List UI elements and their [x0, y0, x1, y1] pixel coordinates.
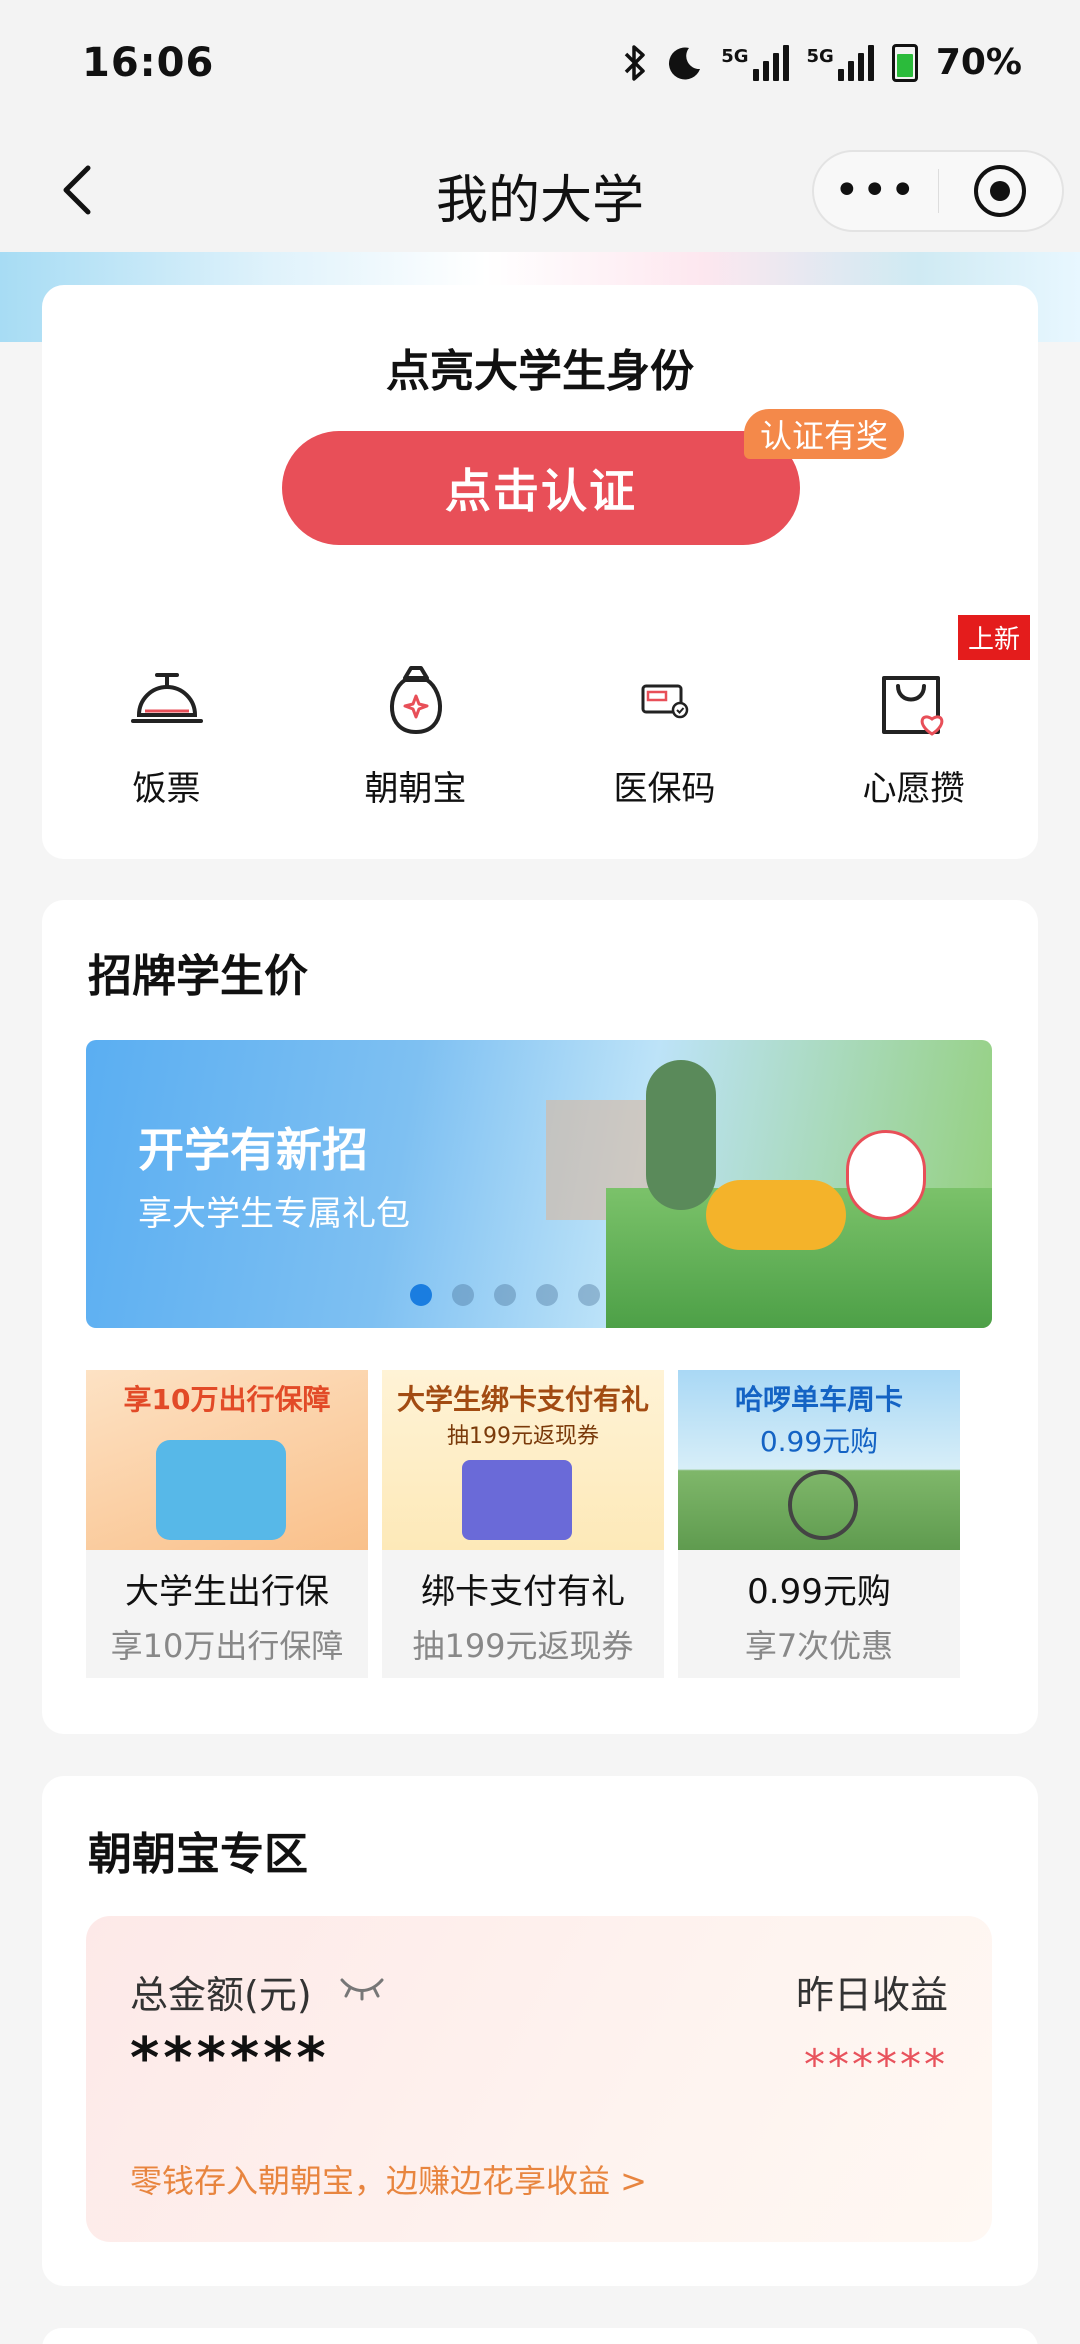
offer-image-title: 大学生绑卡支付有礼	[396, 1383, 649, 1416]
section-title: 朝朝宝专区	[88, 1829, 308, 1880]
student-price-section: 招牌学生价 开学有新招 享大学生专属礼包 享10万出行保障 大学生出行保 享10…	[42, 900, 1038, 1734]
status-time: 16:06	[82, 40, 215, 86]
offer-image-subtitle: 0.99元购	[759, 1425, 879, 1458]
banner-title: 开学有新招	[138, 1123, 368, 1177]
offer-image-title: 哈啰单车周卡	[734, 1383, 903, 1416]
offer-image-title: 享10万出行保障	[123, 1383, 331, 1416]
offer-title: 0.99元购	[747, 1572, 891, 1612]
banner-pagination	[410, 1284, 600, 1306]
section-title: 招牌学生价	[88, 951, 308, 1002]
bike-illustration	[788, 1470, 858, 1540]
shopping-bag-heart-icon	[881, 676, 943, 736]
battery-level: 70%	[935, 42, 1022, 83]
offer-image: 享10万出行保障	[86, 1370, 368, 1550]
next-section-card	[42, 2328, 1038, 2344]
signal-1-icon: 5G	[721, 44, 789, 81]
pagination-dot[interactable]	[578, 1284, 600, 1306]
mini-program-capsule: •••	[812, 150, 1064, 232]
more-menu-button[interactable]: •••	[814, 169, 938, 213]
pagination-dot[interactable]	[452, 1284, 474, 1306]
moon-icon	[669, 46, 701, 79]
pagination-dot[interactable]	[410, 1284, 432, 1306]
quick-item-food-ticket[interactable]: 饭票	[42, 655, 291, 810]
banner-person-illustration	[646, 1060, 716, 1210]
yesterday-earnings-label: 昨日收益	[795, 1973, 948, 2017]
new-badge: 上新	[957, 615, 1030, 660]
quick-item-label: 朝朝宝	[364, 769, 467, 809]
reward-badge: 认证有奖	[744, 409, 905, 459]
medical-insurance-card-icon	[641, 684, 688, 719]
status-icons: 5G 5G 70%	[621, 42, 1022, 83]
pagination-dot[interactable]	[494, 1284, 516, 1306]
fund-summary-card[interactable]: 总金额(元) ****** 昨日收益 ****** 零钱存入朝朝宝，边赚边花享收…	[86, 1916, 992, 2242]
promo-banner[interactable]: 开学有新招 享大学生专属礼包	[86, 1040, 992, 1328]
status-bar: 16:06 5G 5G 70%	[0, 0, 1080, 130]
offer-image: 大学生绑卡支付有礼 抽199元返现券	[382, 1370, 664, 1550]
offer-image: 哈啰单车周卡 0.99元购	[678, 1370, 960, 1550]
zhaozhaobao-section: 朝朝宝专区 总金额(元) ****** 昨日收益 ****** 零钱存入朝朝宝，…	[42, 1776, 1038, 2286]
phone-illustration	[156, 1440, 286, 1540]
quick-item-label: 饭票	[132, 769, 201, 809]
food-cloche-icon	[130, 673, 203, 723]
quick-actions: 饭票 朝朝宝 医保码 上新 心愿攒	[42, 615, 1038, 810]
quick-item-zhaozhaobao[interactable]: 朝朝宝	[291, 655, 540, 810]
deposit-link[interactable]: 零钱存入朝朝宝，边赚边花享收益 >	[130, 2156, 647, 2202]
quick-item-label: 医保码	[613, 769, 716, 809]
eye-closed-icon[interactable]	[338, 1974, 386, 2002]
quick-item-wishlist[interactable]: 上新 心愿攒	[789, 615, 1038, 810]
quick-item-label: 心愿攒	[862, 769, 965, 809]
total-amount-label: 总金额(元)	[130, 1973, 312, 2017]
banner-subtitle: 享大学生专属礼包	[138, 1194, 410, 1234]
bluetooth-icon	[624, 44, 645, 81]
identity-card: 点亮大学生身份 点击认证 认证有奖 饭票 朝朝宝 医保码 上新 心愿攒	[42, 285, 1038, 859]
certify-button[interactable]: 点击认证	[282, 431, 800, 545]
offer-subtitle: 享10万出行保障	[110, 1627, 344, 1665]
gift-box-illustration	[462, 1460, 572, 1540]
offer-subtitle: 抽199元返现券	[412, 1627, 634, 1665]
mascot-illustration	[846, 1130, 926, 1220]
battery-icon	[891, 43, 918, 82]
banner-person-illustration	[706, 1180, 846, 1250]
offer-subtitle: 享7次优惠	[744, 1627, 894, 1665]
quick-item-medical-code[interactable]: 医保码	[540, 655, 789, 810]
offer-tile-bind-card[interactable]: 大学生绑卡支付有礼 抽199元返现券 绑卡支付有礼 抽199元返现券	[382, 1370, 664, 1678]
pagination-dot[interactable]	[536, 1284, 558, 1306]
offer-image-subtitle: 抽199元返现券	[447, 1424, 599, 1449]
money-bag-icon	[389, 666, 442, 735]
offer-tile-bike[interactable]: 哈啰单车周卡 0.99元购 0.99元购 享7次优惠	[678, 1370, 960, 1678]
offer-tiles: 享10万出行保障 大学生出行保 享10万出行保障 大学生绑卡支付有礼 抽199元…	[86, 1370, 960, 1678]
offer-tile-travel[interactable]: 享10万出行保障 大学生出行保 享10万出行保障	[86, 1370, 368, 1678]
offer-title: 绑卡支付有礼	[421, 1572, 625, 1612]
total-amount-value: ******	[130, 2026, 330, 2091]
identity-title: 点亮大学生身份	[386, 346, 694, 397]
offer-title: 大学生出行保	[125, 1572, 329, 1612]
signal-2-icon: 5G	[807, 44, 874, 81]
close-mini-program-button[interactable]	[938, 163, 1062, 219]
nav-bar: 我的大学 •••	[0, 130, 1080, 252]
yesterday-earnings-value: ******	[804, 2040, 948, 2089]
target-icon	[974, 165, 1027, 217]
